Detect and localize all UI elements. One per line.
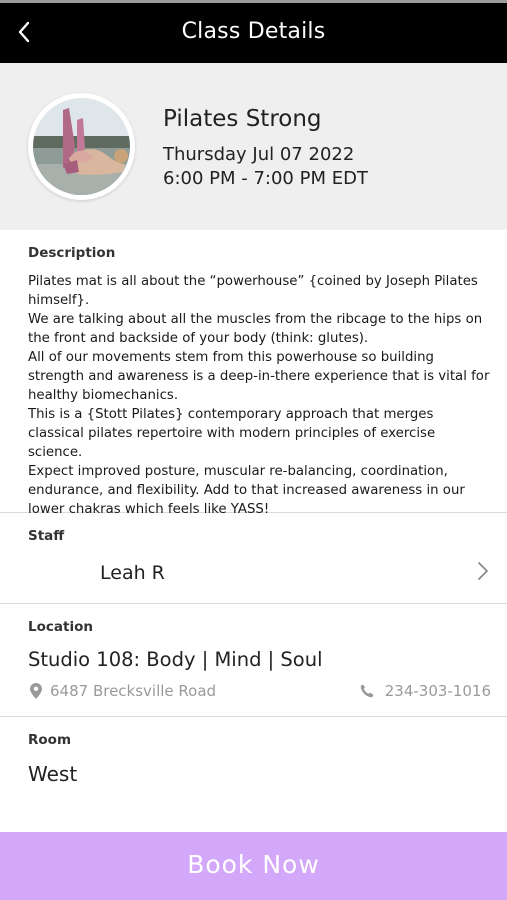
phone-text: 234-303-1016	[384, 682, 491, 700]
room-name: West	[28, 762, 78, 786]
chevron-right-icon	[478, 562, 488, 580]
class-header: Pilates Strong Thursday Jul 07 2022 6:00…	[0, 63, 507, 230]
description-text: Pilates mat is all about the “powerhouse…	[28, 272, 493, 519]
description-section: Description Pilates mat is all about the…	[0, 230, 507, 517]
description-paragraph: Pilates mat is all about the “powerhouse…	[28, 274, 478, 308]
phone-icon	[360, 684, 374, 698]
location-label: Location	[28, 619, 93, 635]
book-now-label: Book Now	[187, 850, 320, 879]
class-details-screen: Class Details Pilates Strong Thursday Ju…	[0, 0, 507, 900]
staff-label: Staff	[28, 528, 65, 544]
page-title: Class Details	[181, 19, 326, 44]
description-label: Description	[28, 245, 116, 261]
class-name: Pilates Strong	[163, 106, 322, 132]
room-section: Room West	[0, 717, 507, 817]
location-section: Location Studio 108: Body | Mind | Soul …	[0, 604, 507, 717]
phone-link[interactable]: 234-303-1016	[360, 682, 491, 700]
book-now-button[interactable]: Book Now	[0, 832, 507, 900]
map-pin-icon	[30, 683, 42, 699]
description-paragraph: This is a {Stott Pilates} contemporary a…	[28, 407, 436, 460]
class-date: Thursday Jul 07 2022	[163, 144, 355, 165]
top-bar: Class Details	[0, 0, 507, 63]
address-text: 6487 Brecksville Road	[50, 682, 217, 700]
staff-section: Staff Leah R	[0, 513, 507, 604]
description-paragraph: All of our movements stem from this powe…	[28, 350, 490, 403]
staff-row[interactable]: Leah R	[0, 553, 507, 593]
description-paragraph: Expect improved posture, muscular re-bal…	[28, 464, 465, 517]
room-label: Room	[28, 732, 72, 748]
class-time: 6:00 PM - 7:00 PM EDT	[163, 168, 368, 189]
studio-name: Studio 108: Body | Mind | Soul	[28, 648, 323, 671]
class-image	[28, 93, 135, 200]
address[interactable]: 6487 Brecksville Road	[30, 682, 216, 700]
description-paragraph: We are talking about all the muscles fro…	[28, 312, 483, 346]
class-photo	[33, 98, 130, 195]
staff-name: Leah R	[100, 562, 165, 584]
